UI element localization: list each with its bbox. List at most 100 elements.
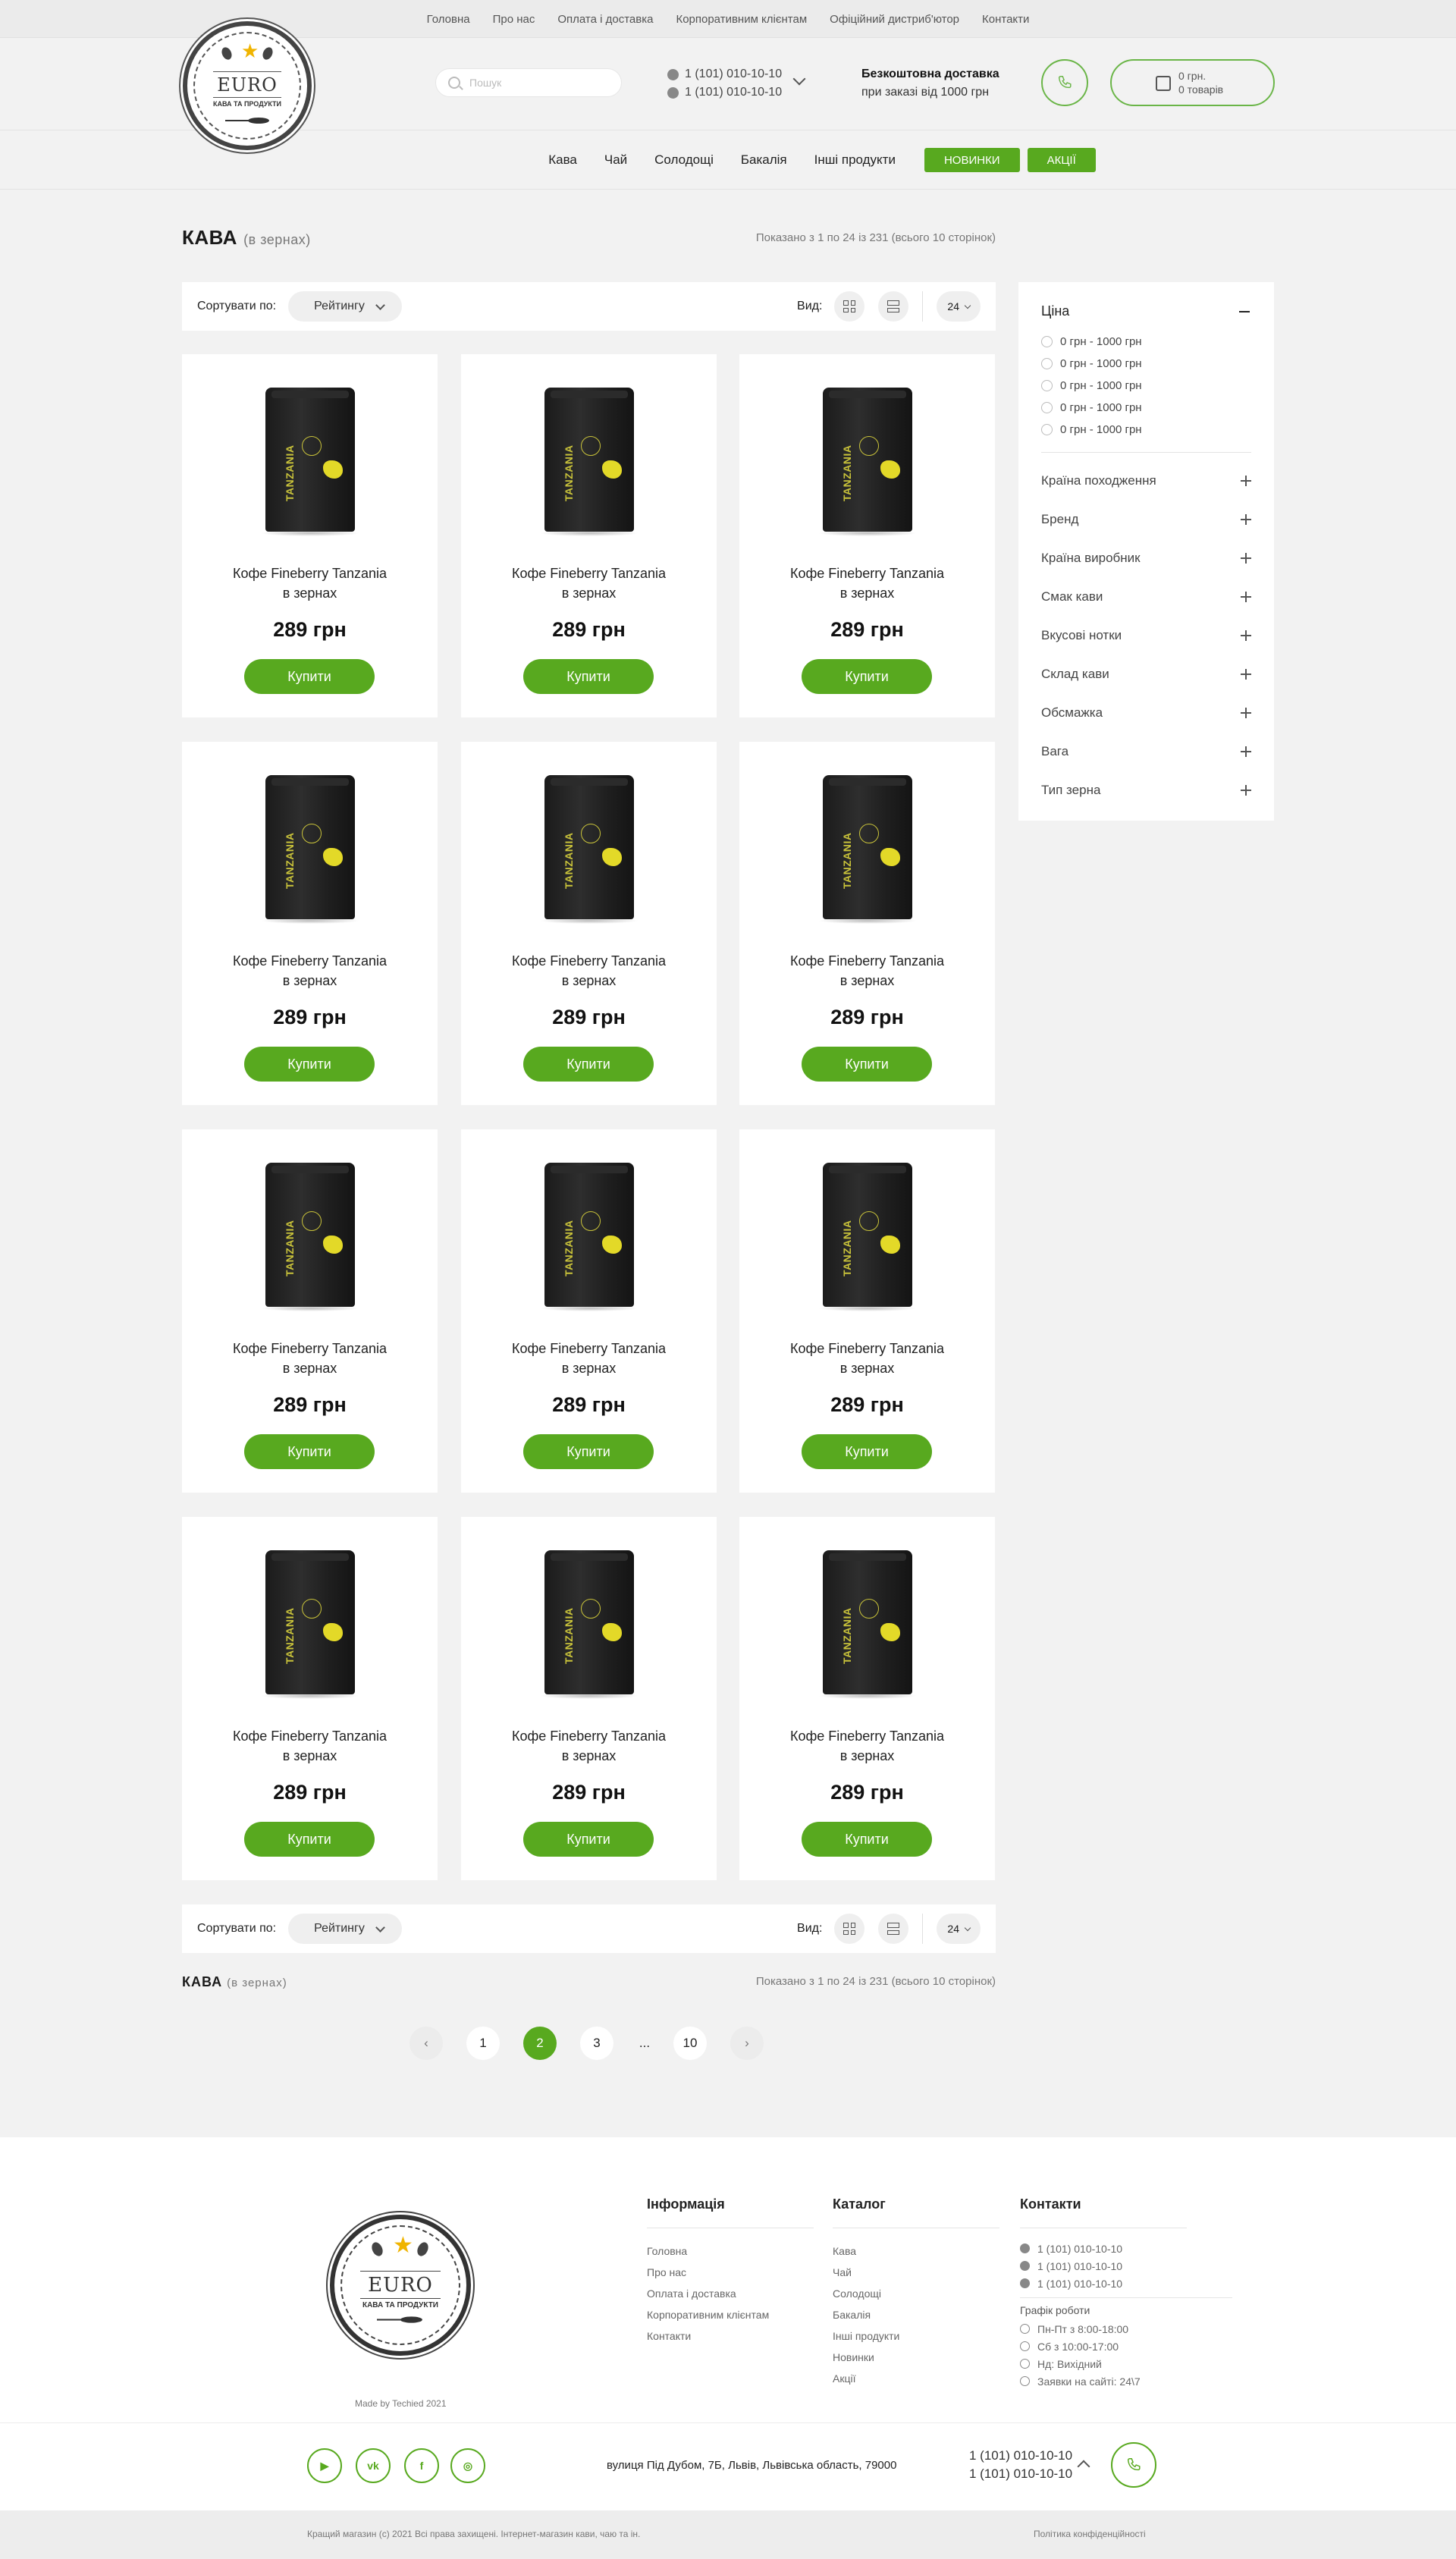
product-image[interactable]: TANZANIA (818, 388, 917, 536)
facebook-icon[interactable]: f (404, 2448, 439, 2483)
nav-coffee[interactable]: Кава (548, 152, 577, 168)
product-card[interactable]: TANZANIA Кофе Fineberry Tanzania в зернах 2… (739, 1129, 995, 1493)
top-nav-home[interactable]: Головна (427, 13, 470, 26)
product-image[interactable]: TANZANIA (818, 1163, 917, 1311)
product-image[interactable]: TANZANIA (261, 388, 359, 536)
buy-button[interactable]: Купити (244, 1434, 375, 1469)
nav-other-products[interactable]: Інші продукти (814, 152, 896, 168)
nav-sweets[interactable]: Солодощі (654, 152, 714, 168)
per-page-select[interactable]: 24 (937, 1914, 981, 1944)
filter-group[interactable]: Склад кави (1041, 667, 1251, 682)
buy-button[interactable]: Купити (244, 1822, 375, 1857)
nav-tea[interactable]: Чай (604, 152, 627, 168)
footer-catalog-link[interactable]: Бакалія (833, 2309, 999, 2321)
product-card[interactable]: TANZANIA Кофе Fineberry Tanzania в зернах 2… (461, 742, 717, 1105)
price-option[interactable]: 0 грн - 1000 грн (1041, 401, 1142, 414)
cart-button[interactable]: 0 грн. 0 товарів (1110, 59, 1275, 106)
top-nav-distributor[interactable]: Офіційний дистриб'ютор (830, 13, 959, 26)
top-nav-payment-delivery[interactable]: Оплата і доставка (557, 13, 653, 26)
list-view-button[interactable] (878, 1914, 909, 1944)
page-button[interactable]: 3 (580, 2027, 613, 2060)
filter-group[interactable]: Тип зерна (1041, 783, 1251, 798)
product-card[interactable]: TANZANIA Кофе Fineberry Tanzania в зернах 2… (182, 742, 438, 1105)
price-option[interactable]: 0 грн - 1000 грн (1041, 379, 1142, 392)
product-card[interactable]: TANZANIA Кофе Fineberry Tanzania в зернах 2… (739, 742, 995, 1105)
product-name[interactable]: Кофе Fineberry Tanzania в зернах (739, 1339, 995, 1378)
product-name[interactable]: Кофе Fineberry Tanzania в зернах (182, 564, 438, 603)
product-card[interactable]: TANZANIA Кофе Fineberry Tanzania в зернах 2… (182, 1129, 438, 1493)
per-page-select[interactable]: 24 (937, 291, 981, 322)
product-card[interactable]: TANZANIA Кофе Fineberry Tanzania в зернах 2… (461, 1517, 717, 1880)
footer-info-link[interactable]: Головна (647, 2245, 814, 2257)
footer-catalog-link[interactable]: Солодощі (833, 2287, 999, 2300)
footer-phone[interactable]: 1 (101) 010-10-10 (1020, 2242, 1232, 2255)
product-image[interactable]: TANZANIA (261, 1550, 359, 1699)
made-by[interactable]: Made by Techied 2021 (355, 2398, 447, 2409)
buy-button[interactable]: Купити (523, 1434, 654, 1469)
product-image[interactable]: TANZANIA (818, 775, 917, 924)
buy-button[interactable]: Купити (802, 1047, 932, 1082)
nav-sale-button[interactable]: АКЦІЇ (1027, 148, 1096, 172)
footer-catalog-link[interactable]: Новинки (833, 2351, 999, 2363)
grid-view-button[interactable] (834, 291, 865, 322)
page-button[interactable]: 10 (673, 2027, 707, 2060)
product-card[interactable]: TANZANIA Кофе Fineberry Tanzania в зернах 2… (739, 354, 995, 717)
buy-button[interactable]: Купити (802, 1434, 932, 1469)
buy-button[interactable]: Купити (523, 1822, 654, 1857)
header-phone[interactable]: 1 (101) 010-10-10 (685, 83, 782, 102)
buy-button[interactable]: Купити (523, 659, 654, 694)
next-page-button[interactable]: › (730, 2027, 764, 2060)
callback-button[interactable] (1041, 59, 1088, 106)
filter-group[interactable]: Вага (1041, 744, 1251, 759)
filter-group[interactable]: Обсмажка (1041, 705, 1251, 721)
footer-phone[interactable]: 1 (101) 010-10-10 (1020, 2277, 1232, 2290)
header-phone[interactable]: 1 (101) 010-10-10 (685, 65, 782, 83)
footer-catalog-link[interactable]: Акції (833, 2372, 999, 2385)
footer-phone[interactable]: 1 (101) 010-10-10 (1020, 2259, 1232, 2272)
product-name[interactable]: Кофе Fineberry Tanzania в зернах (739, 1726, 995, 1766)
product-name[interactable]: Кофе Fineberry Tanzania в зернах (461, 564, 717, 603)
product-image[interactable]: TANZANIA (540, 388, 639, 536)
product-image[interactable]: TANZANIA (540, 1550, 639, 1699)
footer-catalog-link[interactable]: Інші продукти (833, 2330, 999, 2342)
product-name[interactable]: Кофе Fineberry Tanzania в зернах (182, 1726, 438, 1766)
footer-phone[interactable]: 1 (101) 010-10-10 (969, 2465, 1072, 2483)
product-image[interactable]: TANZANIA (261, 1163, 359, 1311)
filter-group[interactable]: Країна виробник (1041, 551, 1251, 566)
top-nav-corporate[interactable]: Корпоративним клієнтам (676, 13, 807, 26)
filter-group[interactable]: Країна походження (1041, 473, 1251, 488)
filter-group[interactable]: Бренд (1041, 512, 1251, 527)
product-image[interactable]: TANZANIA (261, 775, 359, 924)
buy-button[interactable]: Купити (244, 1047, 375, 1082)
filter-group[interactable]: Смак кави (1041, 589, 1251, 604)
filter-price-title[interactable]: Ціна (1041, 303, 1069, 319)
search-field[interactable]: Пошук (435, 68, 622, 97)
product-name[interactable]: Кофе Fineberry Tanzania в зернах (182, 951, 438, 991)
product-name[interactable]: Кофе Fineberry Tanzania в зернах (739, 951, 995, 991)
product-card[interactable]: TANZANIA Кофе Fineberry Tanzania в зернах 2… (461, 1129, 717, 1493)
sort-select[interactable]: Рейтингу (288, 1914, 402, 1944)
footer-info-link[interactable]: Оплата і доставка (647, 2287, 814, 2300)
prev-page-button[interactable]: ‹ (410, 2027, 443, 2060)
top-nav-contacts[interactable]: Контакти (982, 13, 1029, 26)
footer-info-link[interactable]: Контакти (647, 2330, 814, 2342)
product-image[interactable]: TANZANIA (818, 1550, 917, 1699)
grid-view-button[interactable] (834, 1914, 865, 1944)
product-card[interactable]: TANZANIA Кофе Fineberry Tanzania в зернах 2… (739, 1517, 995, 1880)
price-option[interactable]: 0 грн - 1000 грн (1041, 335, 1142, 348)
footer-info-link[interactable]: Про нас (647, 2266, 814, 2278)
instagram-icon[interactable]: ◎ (450, 2448, 485, 2483)
filter-group[interactable]: Вкусові нотки (1041, 628, 1251, 643)
vk-icon[interactable]: vk (356, 2448, 391, 2483)
product-card[interactable]: TANZANIA Кофе Fineberry Tanzania в зернах 2… (461, 354, 717, 717)
buy-button[interactable]: Купити (802, 659, 932, 694)
minus-icon[interactable] (1239, 311, 1250, 312)
page-button-active[interactable]: 2 (523, 2027, 557, 2060)
top-nav-about[interactable]: Про нас (493, 13, 535, 26)
youtube-icon[interactable]: ▶ (307, 2448, 342, 2483)
footer-catalog-link[interactable]: Кава (833, 2245, 999, 2257)
product-name[interactable]: Кофе Fineberry Tanzania в зернах (461, 1339, 717, 1378)
buy-button[interactable]: Купити (244, 659, 375, 694)
buy-button[interactable]: Купити (523, 1047, 654, 1082)
sort-select[interactable]: Рейтингу (288, 291, 402, 322)
